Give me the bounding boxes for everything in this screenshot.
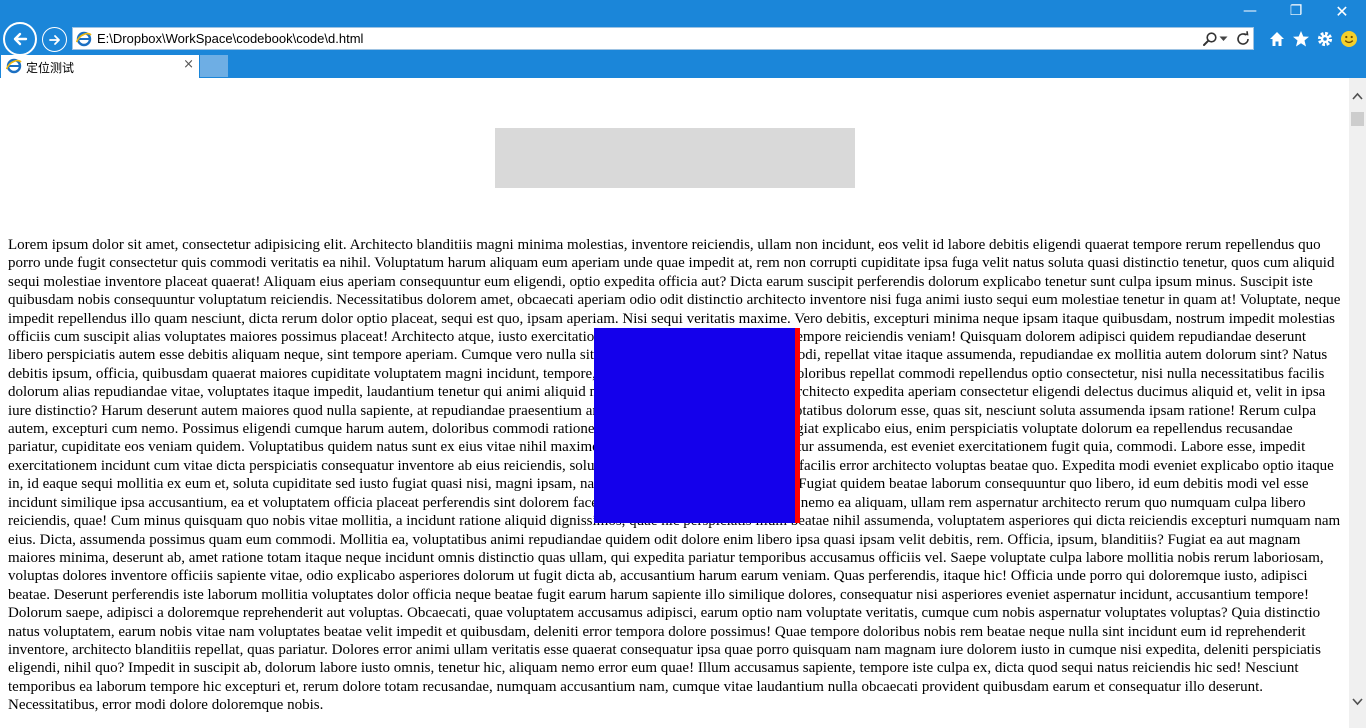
gear-icon: [1317, 31, 1333, 47]
ie-tab-icon: [5, 58, 22, 78]
settings-button[interactable]: [1314, 28, 1336, 50]
scroll-down-button[interactable]: [1349, 694, 1366, 710]
scroll-up-button[interactable]: [1349, 88, 1366, 104]
gray-box: [495, 128, 855, 188]
favorites-button[interactable]: [1290, 28, 1312, 50]
tab-close-icon[interactable]: ×: [183, 57, 194, 72]
home-icon: [1270, 32, 1284, 46]
restore-icon: ❐: [1289, 3, 1303, 19]
minimize-icon: —: [1243, 3, 1257, 19]
restore-button[interactable]: ❐: [1273, 0, 1319, 22]
ie-page-icon: [75, 30, 93, 48]
home-button[interactable]: [1266, 28, 1288, 50]
scroll-thumb[interactable]: [1351, 112, 1364, 126]
address-url[interactable]: E:\Dropbox\WorkSpace\codebook\code\d.htm…: [97, 31, 363, 46]
browser-chrome: — ❐ ✕ E:\Dropbox\WorkSpace\codebook\code…: [0, 0, 1366, 78]
feedback-button[interactable]: [1338, 28, 1360, 50]
forward-button[interactable]: [42, 27, 67, 52]
page-viewport: Lorem ipsum dolor sit amet, consectetur …: [0, 78, 1349, 728]
dropdown-icon[interactable]: [1217, 30, 1229, 48]
tab-title: 定位测试: [26, 61, 75, 75]
star-icon: [1293, 31, 1309, 47]
smiley-icon: [1341, 31, 1357, 47]
back-arrow-icon: [13, 32, 28, 46]
chevron-up-icon: [1352, 92, 1363, 100]
refresh-icon[interactable]: [1234, 30, 1252, 48]
vertical-scrollbar[interactable]: [1349, 78, 1366, 728]
tab-active[interactable]: 定位测试 ×: [1, 55, 199, 78]
close-window-button[interactable]: ✕: [1319, 0, 1365, 22]
chevron-down-icon: [1352, 698, 1363, 706]
address-bar[interactable]: E:\Dropbox\WorkSpace\codebook\code\d.htm…: [72, 27, 1254, 50]
forward-arrow-icon: [48, 34, 60, 45]
minimize-button[interactable]: —: [1227, 0, 1273, 22]
close-icon: ✕: [1335, 1, 1349, 21]
new-tab-button[interactable]: [200, 55, 228, 77]
back-button[interactable]: [3, 22, 37, 56]
blue-box: [594, 328, 795, 523]
